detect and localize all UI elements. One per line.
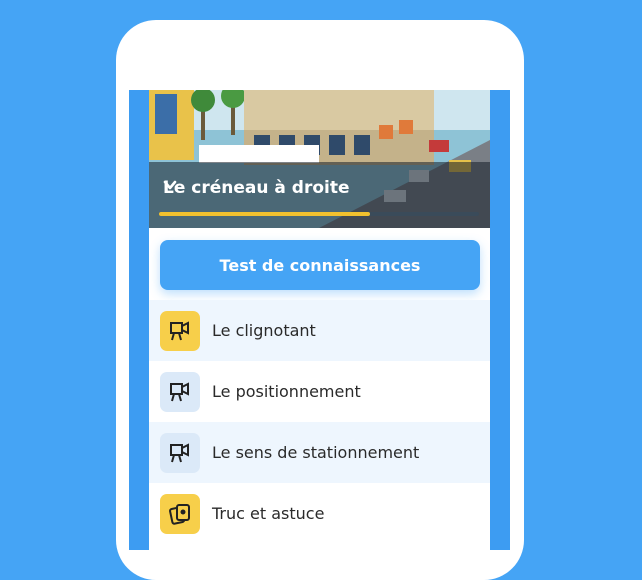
lesson-content: Test de connaissances Le clignotant Le p… [149, 228, 490, 550]
item-icon-box [160, 432, 200, 473]
video-camera-icon [170, 320, 189, 340]
list-item-clignotant[interactable]: Le clignotant [149, 300, 490, 361]
list-item-label: Le positionnement [212, 382, 361, 401]
chevron-down-icon [163, 180, 177, 190]
list-item-label: Truc et astuce [212, 504, 325, 523]
cards-icon [169, 503, 190, 525]
lesson-title[interactable]: Le créneau à droite [163, 178, 350, 198]
app-screen: Le créneau à droite Test de connaissance… [129, 90, 510, 550]
lesson-items-list: Le clignotant Le positionnement Le sens … [149, 300, 490, 544]
list-item-label: Le clignotant [212, 321, 316, 340]
video-camera-icon [170, 381, 189, 401]
knowledge-test-button[interactable]: Test de connaissances [160, 240, 480, 290]
lesson-progress-fill [159, 212, 371, 216]
lesson-progress-bar [159, 212, 479, 216]
item-icon-box [160, 310, 200, 351]
list-item-positionnement[interactable]: Le positionnement [149, 361, 490, 422]
list-item-label: Le sens de stationnement [212, 443, 420, 462]
list-item-sens-stationnement[interactable]: Le sens de stationnement [149, 422, 490, 483]
list-item-truc-astuce[interactable]: Truc et astuce [149, 483, 490, 544]
item-icon-box [160, 493, 200, 534]
item-icon-box [160, 371, 200, 412]
lesson-title-text: Le créneau à droite [163, 178, 350, 198]
video-camera-icon [170, 442, 189, 462]
lesson-video-header[interactable]: Le créneau à droite [149, 90, 490, 228]
street-scene-image [149, 90, 490, 228]
